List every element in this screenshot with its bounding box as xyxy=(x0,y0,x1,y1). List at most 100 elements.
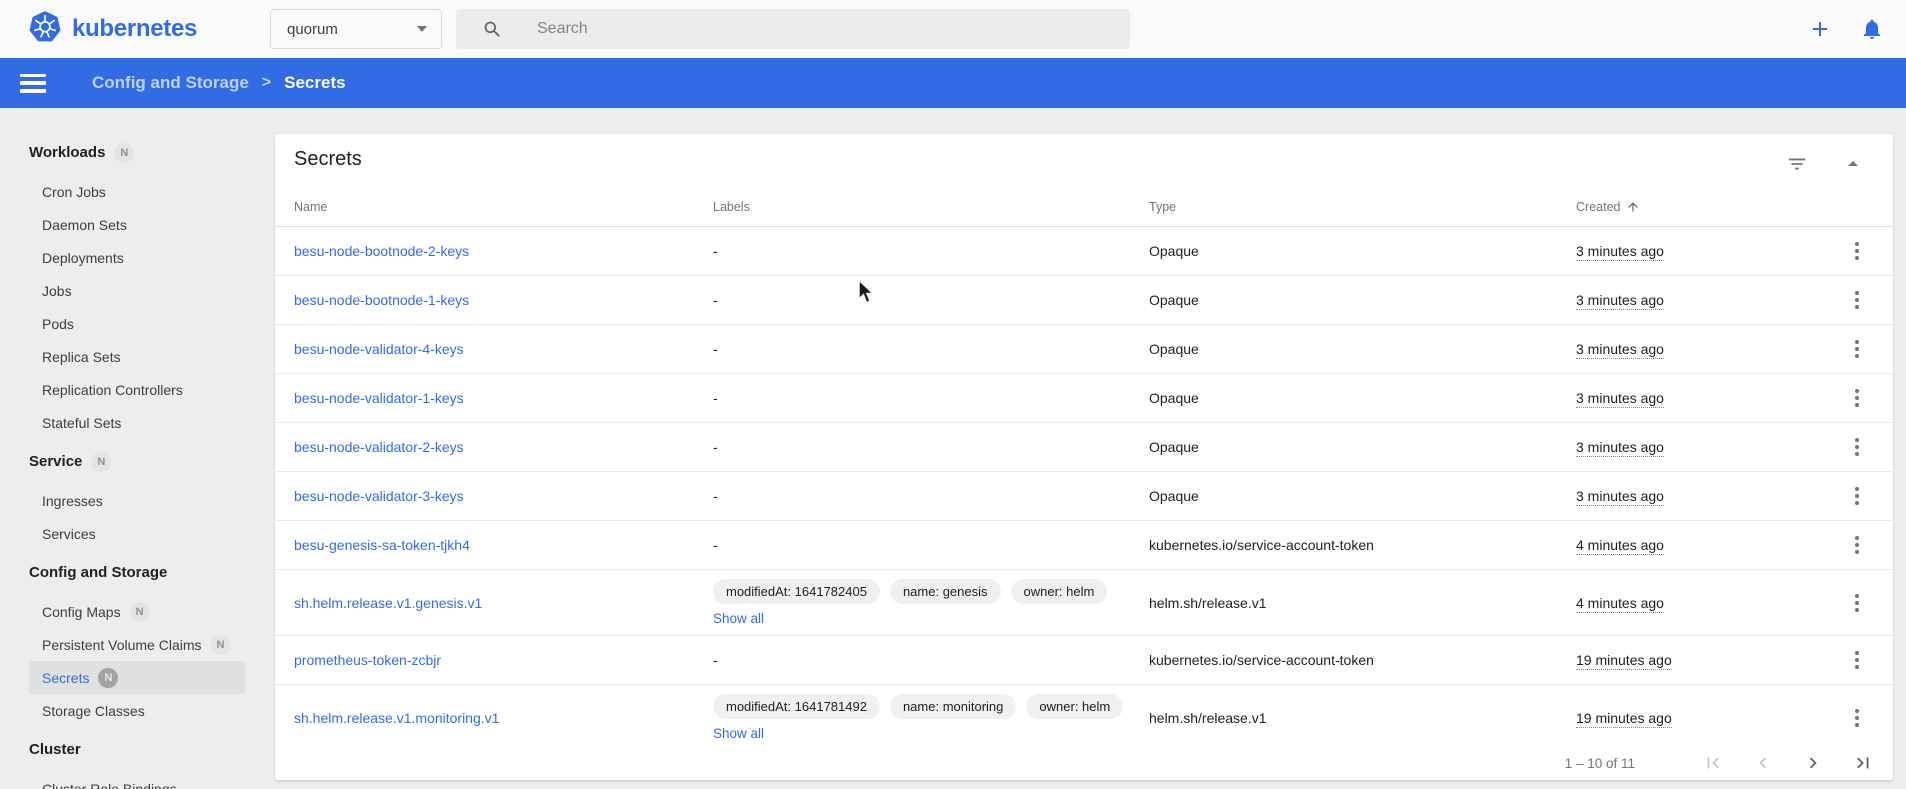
search-input[interactable] xyxy=(537,20,1130,38)
sidebar-item-storage-classes[interactable]: Storage Classes xyxy=(29,694,245,727)
column-header-type[interactable]: Type xyxy=(1149,200,1576,214)
sidebar-item-secrets[interactable]: SecretsN xyxy=(29,661,245,694)
created-cell: 4 minutes ago xyxy=(1576,537,1822,553)
created-value: 4 minutes ago xyxy=(1576,595,1664,613)
labels-cell: modifiedAt: 1641781492name: monitoringow… xyxy=(713,685,1149,750)
sidebar-item-config-maps[interactable]: Config MapsN xyxy=(29,595,245,628)
sidebar-item-stateful-sets[interactable]: Stateful Sets xyxy=(29,406,245,439)
secret-name-link[interactable]: besu-node-validator-4-keys xyxy=(294,341,464,357)
type-cell: kubernetes.io/service-account-token xyxy=(1149,537,1576,553)
sidebar-item-label: Deployments xyxy=(42,250,124,266)
row-actions-button[interactable] xyxy=(1845,239,1869,263)
row-actions-button[interactable] xyxy=(1845,648,1869,672)
sidebar-section-cluster[interactable]: Cluster xyxy=(0,733,275,766)
column-header-labels[interactable]: Labels xyxy=(713,200,1149,214)
search-bar xyxy=(456,9,1130,49)
sidebar-section-config-and-storage[interactable]: Config and Storage xyxy=(0,556,275,589)
row-actions-button[interactable] xyxy=(1845,706,1869,730)
show-all-link[interactable]: Show all xyxy=(713,611,764,626)
secret-name-link[interactable]: besu-node-validator-2-keys xyxy=(294,439,464,455)
sidebar-item-services[interactable]: Services xyxy=(29,517,245,550)
name-cell: sh.helm.release.v1.genesis.v1 xyxy=(294,595,713,611)
collapse-card-button[interactable] xyxy=(1841,152,1865,176)
name-cell: besu-node-bootnode-2-keys xyxy=(294,243,713,259)
sidebar-item-deployments[interactable]: Deployments xyxy=(29,241,245,274)
sidebar-item-jobs[interactable]: Jobs xyxy=(29,274,245,307)
sidebar-item-replica-sets[interactable]: Replica Sets xyxy=(29,340,245,373)
secret-name-link[interactable]: besu-node-bootnode-1-keys xyxy=(294,292,469,308)
row-actions-button[interactable] xyxy=(1845,533,1869,557)
name-cell: besu-node-validator-4-keys xyxy=(294,341,713,357)
sidebar-item-cluster-role-bindings[interactable]: Cluster Role Bindings xyxy=(29,772,245,789)
created-value: 3 minutes ago xyxy=(1576,439,1664,457)
row-actions-button[interactable] xyxy=(1845,591,1869,615)
namespace-selector[interactable]: quorum xyxy=(270,9,442,49)
show-all-link[interactable]: Show all xyxy=(713,726,764,741)
last-page-button[interactable] xyxy=(1851,751,1875,775)
row-actions-button[interactable] xyxy=(1845,484,1869,508)
label-chip: modifiedAt: 1641781492 xyxy=(713,694,880,719)
table-row: besu-node-validator-2-keys-Opaque3 minut… xyxy=(275,423,1893,472)
table-row: besu-node-validator-1-keys-Opaque3 minut… xyxy=(275,374,1893,423)
filter-button[interactable] xyxy=(1785,152,1809,176)
table-row: besu-node-validator-3-keys-Opaque3 minut… xyxy=(275,472,1893,521)
previous-page-button[interactable] xyxy=(1751,751,1775,775)
sidebar-item-label: Replica Sets xyxy=(42,349,121,365)
sidebar-section-label: Workloads xyxy=(29,144,105,161)
menu-hamburger-icon[interactable] xyxy=(20,74,46,93)
notifications-button[interactable] xyxy=(1852,0,1892,58)
filter-icon xyxy=(1786,153,1808,175)
sidebar-section-service[interactable]: ServiceN xyxy=(0,445,275,478)
row-actions-button[interactable] xyxy=(1845,386,1869,410)
row-menu xyxy=(1845,239,1893,263)
breadcrumb-current: Secrets xyxy=(284,73,345,93)
secret-name-link[interactable]: sh.helm.release.v1.genesis.v1 xyxy=(294,595,482,611)
row-actions-button[interactable] xyxy=(1845,435,1869,459)
secret-name-link[interactable]: besu-node-validator-3-keys xyxy=(294,488,464,504)
column-header-name[interactable]: Name xyxy=(294,200,713,214)
sidebar-item-cron-jobs[interactable]: Cron Jobs xyxy=(29,175,245,208)
sidebar-section-label: Service xyxy=(29,453,82,470)
labels-cell: - xyxy=(713,390,1149,406)
secret-name-link[interactable]: besu-genesis-sa-token-tjkh4 xyxy=(294,537,470,553)
create-resource-button[interactable] xyxy=(1800,0,1840,58)
name-cell: prometheus-token-zcbjr xyxy=(294,652,713,668)
column-header-created[interactable]: Created xyxy=(1576,200,1822,214)
sidebar-item-label: Services xyxy=(42,526,96,542)
sidebar-section-label: Config and Storage xyxy=(29,564,167,581)
first-page-button[interactable] xyxy=(1701,751,1725,775)
labels-cell: - xyxy=(713,243,1149,259)
table-row: besu-node-bootnode-1-keys-Opaque3 minute… xyxy=(275,276,1893,325)
row-menu xyxy=(1845,435,1893,459)
labels-cell: - xyxy=(713,488,1149,504)
sidebar-item-replication-controllers[interactable]: Replication Controllers xyxy=(29,373,245,406)
next-page-button[interactable] xyxy=(1801,751,1825,775)
secret-name-link[interactable]: prometheus-token-zcbjr xyxy=(294,652,441,668)
secret-name-link[interactable]: besu-node-bootnode-2-keys xyxy=(294,243,469,259)
row-menu xyxy=(1845,706,1893,730)
name-cell: besu-node-bootnode-1-keys xyxy=(294,292,713,308)
created-value: 3 minutes ago xyxy=(1576,292,1664,310)
chevron-right-icon: > xyxy=(262,74,271,92)
sidebar-item-ingresses[interactable]: Ingresses xyxy=(29,484,245,517)
secret-name-link[interactable]: sh.helm.release.v1.monitoring.v1 xyxy=(294,710,499,726)
created-cell: 19 minutes ago xyxy=(1576,652,1822,668)
row-actions-button[interactable] xyxy=(1845,288,1869,312)
created-cell: 3 minutes ago xyxy=(1576,243,1822,259)
last-page-icon xyxy=(1852,752,1874,774)
logo-wordmark: kubernetes xyxy=(72,15,197,43)
sidebar-item-pods[interactable]: Pods xyxy=(29,307,245,340)
row-actions-button[interactable] xyxy=(1845,337,1869,361)
breadcrumb-parent-link[interactable]: Config and Storage xyxy=(92,73,249,93)
sidebar-item-label: Pods xyxy=(42,316,74,332)
sidebar-section-workloads[interactable]: WorkloadsN xyxy=(0,136,275,169)
chevron-right-icon xyxy=(1802,752,1824,774)
namespaced-badge: N xyxy=(211,635,231,655)
name-cell: sh.helm.release.v1.monitoring.v1 xyxy=(294,710,713,726)
created-cell: 3 minutes ago xyxy=(1576,439,1822,455)
table-header-row: Name Labels Type Created xyxy=(275,187,1893,227)
kubernetes-logo[interactable]: kubernetes xyxy=(28,0,197,58)
secret-name-link[interactable]: besu-node-validator-1-keys xyxy=(294,390,464,406)
sidebar-item-persistent-volume-claims[interactable]: Persistent Volume ClaimsN xyxy=(29,628,245,661)
sidebar-item-daemon-sets[interactable]: Daemon Sets xyxy=(29,208,245,241)
